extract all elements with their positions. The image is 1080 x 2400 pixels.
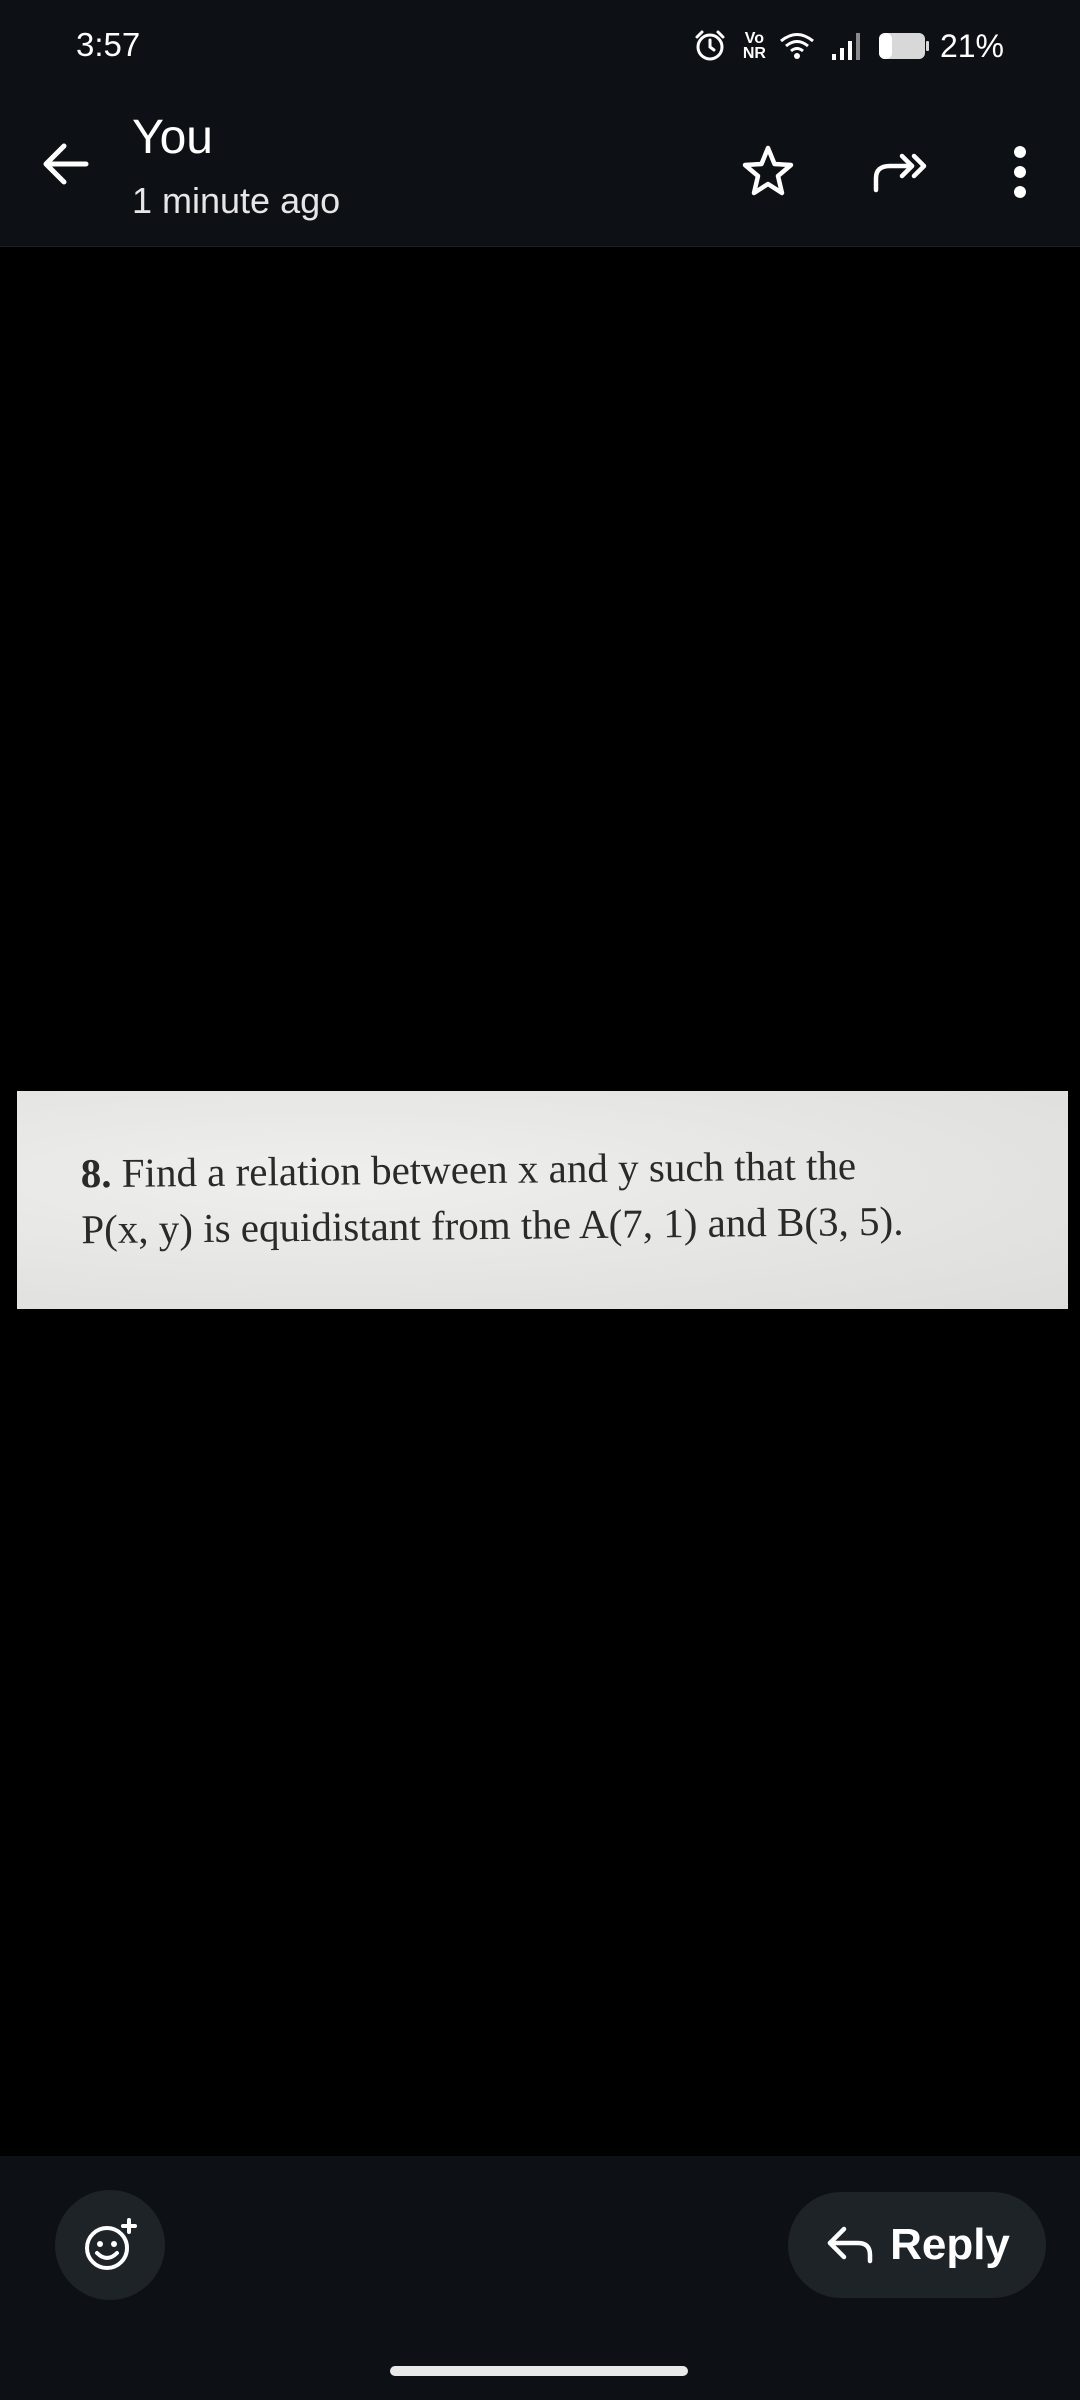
media-viewer[interactable]: 8. Find a relation between x and y such …	[0, 247, 1080, 2155]
back-arrow-icon	[43, 143, 89, 185]
status-time: 3:57	[76, 26, 141, 63]
attached-photo[interactable]: 8. Find a relation between x and y such …	[17, 1091, 1068, 1309]
more-vert-icon	[1014, 146, 1026, 198]
reply-icon	[827, 2226, 873, 2264]
app-bar: You 1 minute ago	[0, 96, 1080, 247]
status-bar: 3:57 Vo NR 21%	[0, 0, 1080, 96]
star-button[interactable]	[736, 140, 800, 204]
add-reaction-button[interactable]	[55, 2190, 165, 2300]
sender-name: You	[132, 111, 213, 164]
reply-label: Reply	[890, 2220, 1010, 2269]
photo-line-1-text: Find a relation between x and y such tha…	[111, 1142, 857, 1196]
more-options-button[interactable]	[1000, 140, 1040, 204]
reply-button[interactable]: Reply	[788, 2192, 1046, 2298]
wifi-icon	[778, 30, 816, 62]
status-icons: Vo NR 21%	[693, 22, 1080, 70]
star-icon	[742, 145, 794, 196]
forward-button[interactable]	[868, 140, 932, 204]
nr-label: NR	[742, 45, 766, 62]
photo-text: 8. Find a relation between x and y such …	[80, 1137, 903, 1258]
message-timestamp: 1 minute ago	[132, 180, 341, 221]
home-indicator[interactable]	[390, 2366, 688, 2376]
battery-percent: 21%	[939, 27, 1004, 64]
photo-line-2: P(x, y) is equidistant from the A(7, 1) …	[81, 1197, 904, 1253]
volte-icon: Vo NR	[742, 30, 766, 62]
back-button[interactable]	[34, 132, 98, 196]
battery-icon	[878, 31, 930, 61]
alarm-icon	[693, 29, 727, 63]
forward-icon	[873, 153, 927, 193]
add-reaction-icon	[85, 2218, 137, 2270]
signal-icon	[830, 30, 864, 62]
vo-label: Vo	[744, 30, 765, 47]
photo-line-1: 8. Find a relation between x and y such …	[80, 1137, 903, 1202]
question-number: 8.	[80, 1149, 112, 1197]
